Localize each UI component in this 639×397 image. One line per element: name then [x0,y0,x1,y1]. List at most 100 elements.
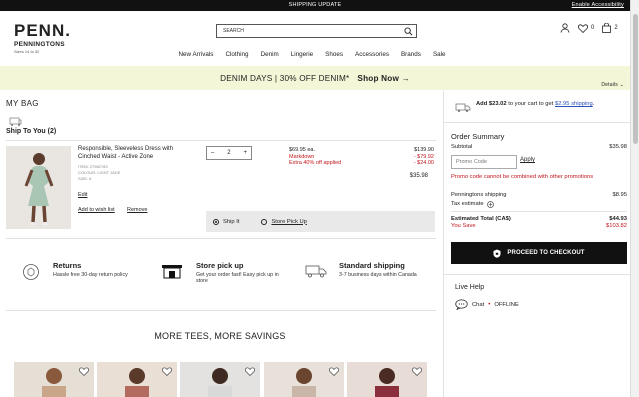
promo-code-placeholder: Promo Code [456,159,487,165]
product-item-number: ITEM: 27982783 [78,164,108,169]
free-shipping-amount: Add $23.02 [476,101,507,107]
account-button[interactable] [560,23,570,33]
product-thumbnail[interactable] [264,362,344,397]
chat-label: Chat [472,301,485,308]
enable-accessibility-link[interactable]: Enable Accessibility [572,0,624,11]
line-price-block: $139.90 - $79.92 - $24.00 [414,147,434,167]
nav-item-shoes[interactable]: Shoes [325,51,343,58]
total-value: $44.93 [609,216,627,222]
ship-it-label: Ship It [223,218,240,225]
benefit-text: Hassle free 30-day return policy [53,271,128,278]
nav-item-clothing[interactable]: Clothing [225,51,248,58]
page-scrollbar[interactable] [630,0,639,397]
product-thumbnail[interactable] [14,362,94,397]
scrollbar-thumb[interactable] [633,14,638,144]
store-pickup-label: Store Pick Up [271,218,307,225]
line-extra: - $24.00 [413,160,434,166]
tax-label: Tax estimate [451,201,484,207]
you-save-value: $103.82 [606,223,627,229]
product-thumbnail[interactable] [347,362,427,397]
promo-banner-text: DENIM DAYS | 30% OFF DENIM* [220,73,350,83]
logo-sub: PENNINGTONS [14,41,65,48]
free-shipping-message: Add $23.02 to your cart to get $2.95 shi… [476,101,594,107]
heart-icon[interactable] [329,367,339,376]
ship-to-heading: Ship To You (2) [6,128,57,135]
divider [451,211,627,212]
search-icon[interactable] [404,27,413,36]
nav-item-sale[interactable]: Sale [433,51,446,58]
chat-button[interactable]: Chat • OFFLINE [455,299,519,310]
shop-now-link[interactable]: Shop Now → [357,74,409,83]
delivery-truck-icon [305,265,327,278]
heart-icon[interactable] [412,367,422,376]
increment-button[interactable]: + [243,150,247,156]
product-thumbnail[interactable] [180,362,260,397]
heart-icon[interactable] [162,367,172,376]
site-logo[interactable]: PENN. PENNINGTONS Sizes 14 to 32 [14,21,71,54]
divider [6,140,436,141]
benefit-standard-shipping: Standard shipping 3-7 business days with… [305,262,435,278]
cart-button[interactable]: 2 [602,23,618,33]
apply-promo-button[interactable]: Apply [520,157,535,163]
header-icons: 0 2 [560,23,618,33]
nav-item-accessories[interactable]: Accessories [355,51,389,58]
product-name-link[interactable]: Responsible, Sleeveless Dress with Cinch… [78,146,188,161]
store-icon [162,265,182,279]
chat-status: OFFLINE [494,301,519,308]
subtotal-value: $35.98 [609,144,627,150]
store-pickup-option[interactable]: Store Pick Up [261,218,307,225]
checkout-label: PROCEED TO CHECKOUT [507,250,585,256]
heart-icon[interactable] [245,367,255,376]
total-label: Estimated Total (CA$) [451,216,511,222]
free-shipping-link[interactable]: $2.95 shipping [555,101,593,107]
divider [6,310,436,311]
radio-selected-icon [213,218,219,225]
logo-brand: PENN. [14,21,71,40]
shipping-row: Penningtons shipping $8.95 [451,192,627,198]
status-dot-icon: • [488,301,491,308]
quantity-value[interactable]: 2 [227,150,230,156]
benefit-returns: Returns Hassle free 30-day return policy [22,261,152,280]
details-label: Details [601,82,619,88]
proceed-to-checkout-button[interactable]: PROCEED TO CHECKOUT [451,242,627,264]
nav-item-denim[interactable]: Denim [261,51,279,58]
chat-bubble-icon [455,299,468,310]
subtotal-label: Subtotal [451,144,473,150]
decrement-button[interactable]: – [211,150,214,156]
shopping-bag-icon [602,23,612,33]
promo-banner: DENIM DAYS | 30% OFF DENIM* Shop Now → D… [0,66,630,90]
unit-price-block: $69.95 ea. Markdown Extra 40% off applie… [289,147,341,167]
add-to-wishlist-link[interactable]: Add to wish list [78,207,115,213]
search-input[interactable]: SEARCH [216,24,417,38]
product-thumbnail[interactable] [97,362,177,397]
benefit-title: Returns [53,261,82,270]
more-section-title: MORE TEES, MORE SAVINGS [154,331,286,341]
total-row: Estimated Total (CA$) $44.93 [451,216,627,222]
main-nav: New Arrivals Clothing Denim Lingerie Sho… [0,51,630,58]
promo-code-input[interactable]: Promo Code [451,155,517,169]
nav-item-new-arrivals[interactable]: New Arrivals [178,51,213,58]
add-circle-icon[interactable] [486,201,494,208]
remove-link[interactable]: Remove [127,207,147,213]
edit-link[interactable]: Edit [78,192,87,198]
shipping-update-link[interactable]: SHIPPING UPDATE [289,2,342,8]
free-shipping-period: . [592,101,595,107]
product-size: SIZE: 6 [78,176,92,181]
cart-count: 2 [614,25,618,31]
nav-item-brands[interactable]: Brands [401,51,421,58]
benefit-store-pickup: Store pick up Get your order fast! Easy … [161,262,291,285]
ship-it-option[interactable]: Ship It [213,218,240,225]
details-toggle[interactable]: Details ⌄ [601,82,624,88]
shipping-value: $8.95 [612,192,627,198]
search-placeholder: SEARCH [223,28,244,34]
page-title: MY BAG [6,99,39,108]
wishlist-button[interactable]: 0 [578,23,595,33]
benefit-text: Get your order fast! Easy pick up in sto… [196,271,279,285]
nav-item-lingerie[interactable]: Lingerie [291,51,313,58]
dress-model-image [6,146,71,229]
heart-icon[interactable] [79,367,89,376]
heart-icon [578,23,588,33]
product-image[interactable] [6,146,71,229]
shipping-label: Penningtons shipping [451,192,507,198]
wishlist-count: 0 [591,25,595,31]
